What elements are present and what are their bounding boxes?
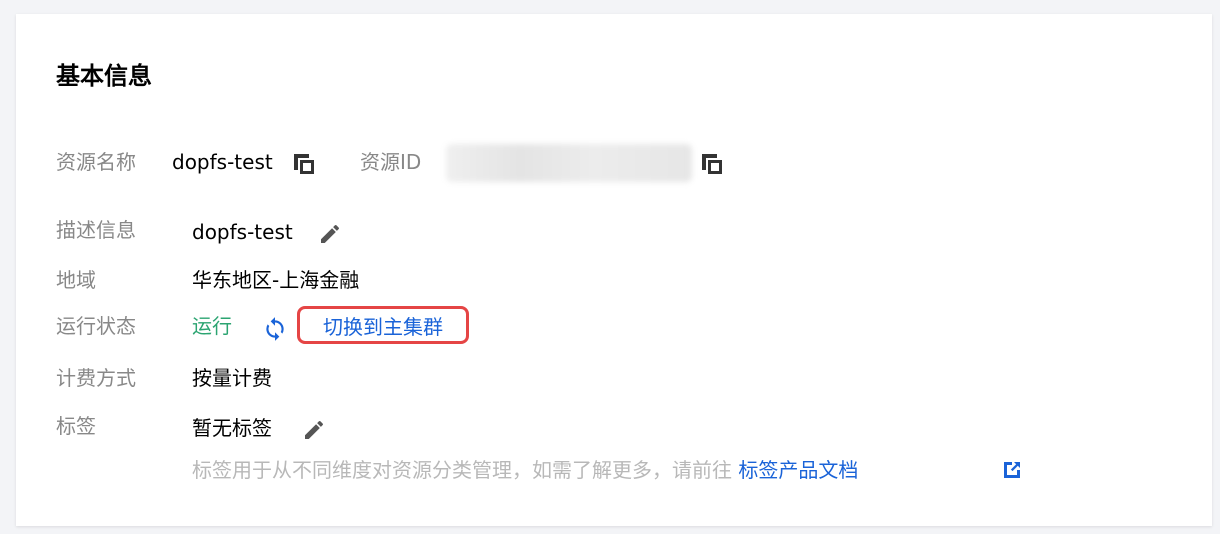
copy-icon[interactable] [292,152,316,180]
resource-name-label: 资源名称 [56,150,136,174]
external-link-icon[interactable] [1000,458,1024,486]
billing-value: 按量计费 [192,366,272,390]
billing-label: 计费方式 [56,366,136,390]
resource-id-label: 资源ID [360,150,422,174]
edit-icon[interactable] [318,222,342,250]
basic-info-card: 基本信息 资源名称 dopfs-test 资源ID 描述信息 dopfs-tes… [16,14,1212,526]
section-title: 基本信息 [56,62,152,90]
tags-label: 标签 [56,414,96,438]
region-value: 华东地区-上海金融 [192,268,360,292]
tags-hint: 标签用于从不同维度对资源分类管理，如需了解更多，请前往 标签产品文档 [192,456,858,484]
switch-to-primary-cluster-button[interactable]: 切换到主集群 [297,306,469,344]
resource-name-value: dopfs-test [172,150,273,174]
description-label: 描述信息 [56,218,136,242]
copy-icon[interactable] [700,152,724,180]
refresh-icon[interactable] [262,316,288,346]
status-label: 运行状态 [56,314,136,338]
description-value: dopfs-test [192,220,293,244]
region-label: 地域 [56,268,96,292]
tags-hint-text: 标签用于从不同维度对资源分类管理，如需了解更多，请前往 [192,458,732,482]
status-value: 运行 [192,314,232,338]
edit-icon[interactable] [302,418,326,446]
tags-value: 暂无标签 [192,416,272,440]
resource-id-value-redacted [446,144,692,182]
tags-docs-link[interactable]: 标签产品文档 [738,458,858,482]
